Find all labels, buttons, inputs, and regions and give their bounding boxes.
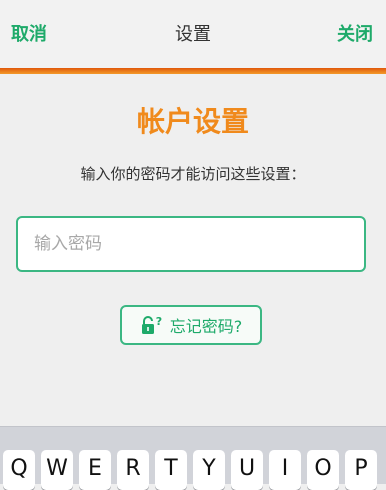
keyboard: Q W E R T Y U I O P [0, 426, 386, 490]
key-r[interactable]: R [117, 450, 149, 490]
key-e[interactable]: E [79, 450, 111, 490]
page-heading: 帐户设置 [136, 105, 249, 138]
key-q[interactable]: Q [3, 450, 35, 490]
close-button[interactable]: 关闭 [337, 20, 373, 46]
key-o[interactable]: O [307, 450, 339, 490]
nav-title: 设置 [175, 24, 211, 45]
key-t[interactable]: T [155, 450, 187, 490]
key-p[interactable]: P [345, 450, 377, 490]
key-y[interactable]: Y [193, 450, 225, 490]
navigation-bar: 取消 设置 关闭 [0, 0, 386, 68]
key-i[interactable]: I [269, 450, 301, 490]
key-u[interactable]: U [231, 450, 263, 490]
svg-text:?: ? [156, 315, 162, 328]
password-input[interactable] [16, 216, 366, 272]
password-prompt: 输入你的密码才能访问这些设置： [80, 165, 306, 183]
forgot-password-label: 忘记密码? [169, 317, 243, 336]
forgot-password-button[interactable]: ? 忘记密码? [120, 305, 262, 345]
lock-question-icon: ? [141, 315, 162, 334]
nav-accent-bar [0, 68, 386, 74]
key-w[interactable]: W [41, 450, 73, 490]
